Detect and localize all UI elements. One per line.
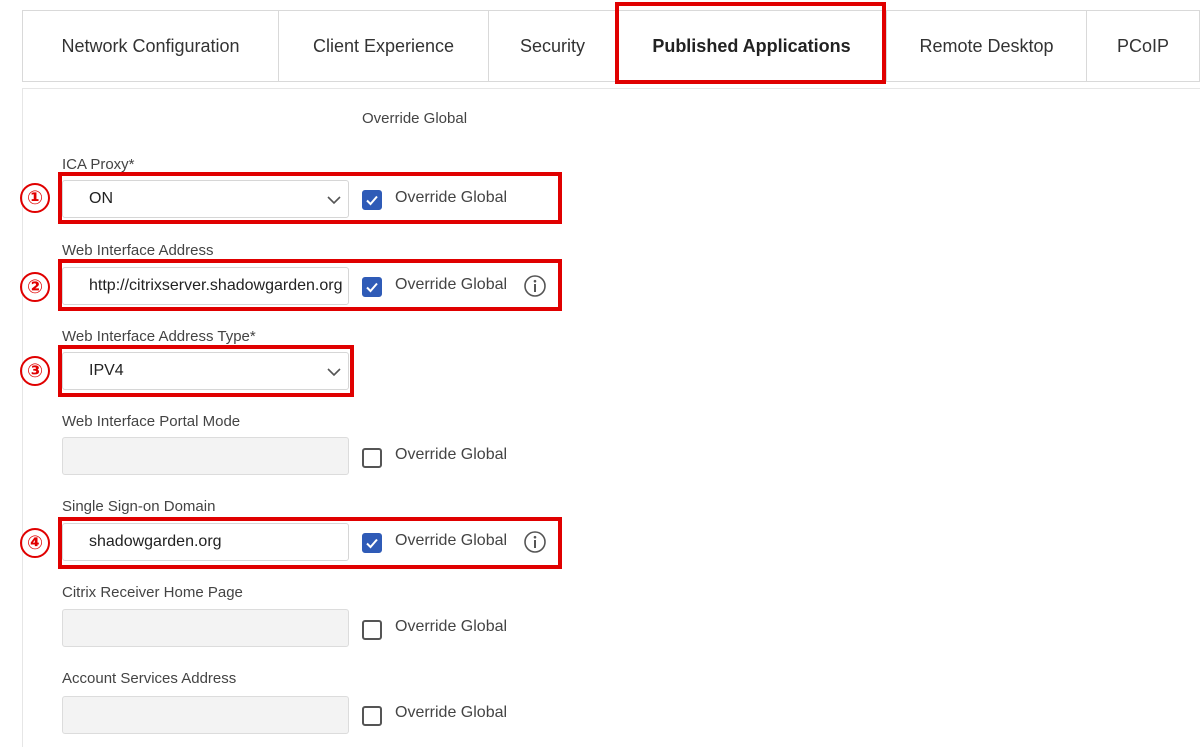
tab-remote-desktop[interactable]: Remote Desktop [887,11,1087,81]
highlight-box-3 [58,345,354,397]
tab-bar: Network Configuration Client Experience … [22,10,1200,82]
highlight-box-1 [58,172,562,224]
marker-1: ① [20,183,50,213]
tab-network-configuration[interactable]: Network Configuration [23,11,279,81]
web-interface-address-type-label: Web Interface Address Type* [62,328,256,345]
highlight-box-4 [58,517,562,569]
citrix-receiver-home-page-label: Citrix Receiver Home Page [62,584,243,601]
account-services-address-override-label: Override Global [395,704,508,721]
web-interface-portal-mode-override-checkbox[interactable] [362,448,382,468]
citrix-receiver-home-page-override-label: Override Global [395,618,508,635]
web-interface-portal-mode-input[interactable] [62,437,349,475]
account-services-address-input[interactable] [62,696,349,734]
single-sign-on-domain-label: Single Sign-on Domain [62,498,216,515]
account-services-address-label: Account Services Address [62,670,237,687]
override-global-column-header: Override Global [362,110,468,127]
ica-proxy-label: ICA Proxy* [62,156,135,173]
web-interface-portal-mode-label: Web Interface Portal Mode [62,413,241,430]
marker-4: ④ [20,528,50,558]
tab-pcoip[interactable]: PCoIP [1087,11,1200,81]
web-interface-portal-mode-override-label: Override Global [395,446,508,463]
highlight-box-tab [615,2,886,84]
account-services-address-override-checkbox[interactable] [362,706,382,726]
web-interface-address-label: Web Interface Address [62,242,214,259]
marker-2: ② [20,272,50,302]
tab-security[interactable]: Security [489,11,617,81]
marker-3: ③ [20,356,50,386]
citrix-receiver-home-page-input[interactable] [62,609,349,647]
highlight-box-2 [58,259,562,311]
tab-client-experience[interactable]: Client Experience [279,11,489,81]
citrix-receiver-home-page-override-checkbox[interactable] [362,620,382,640]
